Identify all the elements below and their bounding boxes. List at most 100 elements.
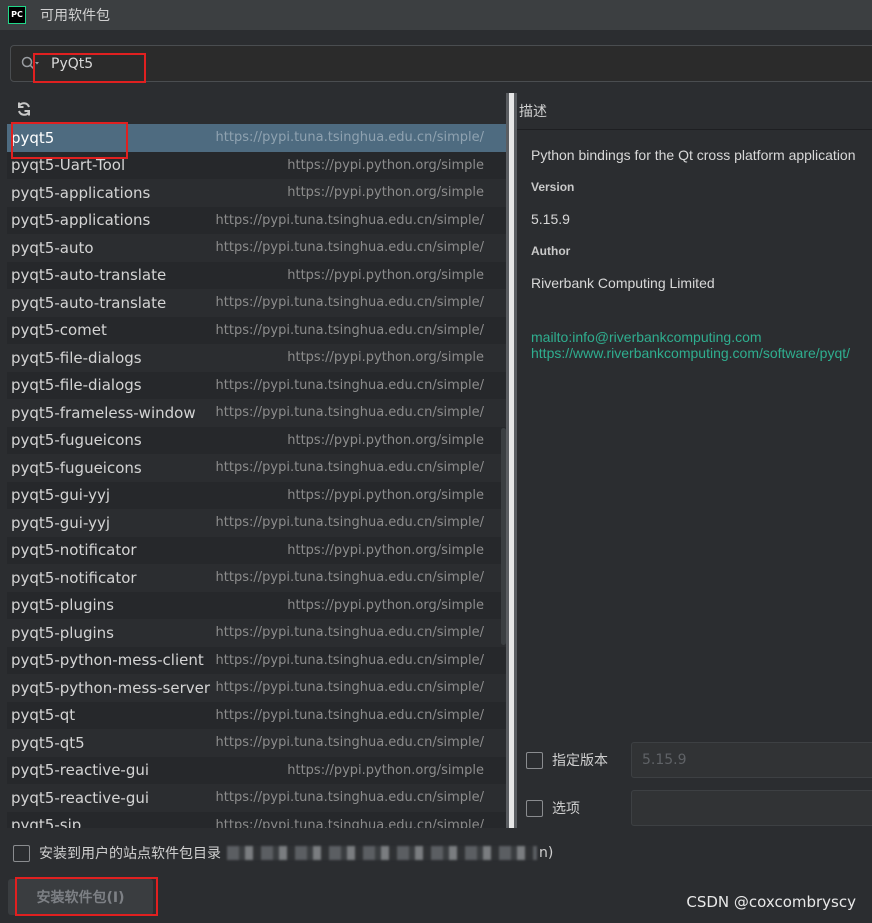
package-repository: https://pypi.tuna.tsinghua.edu.cn/simple… <box>215 460 484 476</box>
package-row[interactable]: pyqt5-python-mess-client https://pypi.tun… <box>7 646 506 674</box>
package-repository: https://pypi.python.org/simple <box>287 487 484 503</box>
package-name: pyqt5-qt <box>11 706 76 725</box>
package-row[interactable]: pyqt5-fugueicons https://pypi.python.org/… <box>7 426 506 454</box>
package-name: pyqt5-comet <box>11 321 107 340</box>
package-name: pyqt5-notificator <box>11 568 137 587</box>
package-name: pyqt5-auto-translate <box>11 293 167 312</box>
package-row[interactable]: pyqt5-file-dialogs https://pypi.tuna.tsin… <box>7 371 506 399</box>
version-value: 5.15.9 <box>531 211 570 227</box>
package-name: pyqt5-applications <box>11 183 151 202</box>
email-link[interactable]: mailto:info@riverbankcomputing.com <box>531 329 872 345</box>
description-body: Python bindings for the Qt cross platfor… <box>517 147 872 361</box>
package-name: pyqt5-python-mess-server <box>11 678 211 697</box>
watermark: CSDN @coxcombryscy <box>686 893 856 911</box>
package-repository: https://pypi.tuna.tsinghua.edu.cn/simple… <box>215 735 484 751</box>
author-value: Riverbank Computing Limited <box>531 275 715 291</box>
package-row[interactable]: pyqt5-plugins https://pypi.python.org/sim… <box>7 591 506 619</box>
package-name: pyqt5-fugueicons <box>11 431 142 450</box>
package-repository: https://pypi.tuna.tsinghua.edu.cn/simple… <box>215 240 484 256</box>
package-list-panel: pyqt5 https://pypi.tuna.tsinghua.edu.cn/s… <box>7 93 506 828</box>
package-row[interactable]: pyqt5-auto-translate https://pypi.tuna.ts… <box>7 289 506 317</box>
package-name: pyqt5-applications <box>11 211 151 230</box>
package-repository: https://pypi.tuna.tsinghua.edu.cn/simple… <box>215 130 484 146</box>
specify-version-checkbox[interactable] <box>526 751 543 769</box>
package-repository: https://pypi.tuna.tsinghua.edu.cn/simple… <box>215 405 484 421</box>
options-input[interactable] <box>631 790 872 826</box>
splitter-handle[interactable] <box>509 93 514 828</box>
window-title: 可用软件包 <box>40 8 110 24</box>
package-name: pyqt5-Uart-Tool <box>11 156 126 175</box>
package-row[interactable]: pyqt5-applications https://pypi.python.or… <box>7 179 506 207</box>
package-repository: https://pypi.python.org/simple <box>287 185 484 201</box>
package-row[interactable]: pyqt5-notificator https://pypi.python.org… <box>7 536 506 564</box>
package-row[interactable]: pyqt5-python-mess-server https://pypi.tun… <box>7 674 506 702</box>
package-repository: https://pypi.tuna.tsinghua.edu.cn/simple… <box>215 570 484 586</box>
install-user-site-label: 安装到用户的站点软件包目录 <box>39 846 221 862</box>
package-row[interactable]: pyqt5 https://pypi.tuna.tsinghua.edu.cn/s… <box>7 124 506 152</box>
install-user-site-row: 安装到用户的站点软件包目录 n) <box>13 843 553 863</box>
package-repository: https://pypi.tuna.tsinghua.edu.cn/simple… <box>215 377 484 393</box>
package-name: pyqt5-plugins <box>11 623 114 642</box>
package-repository: https://pypi.tuna.tsinghua.edu.cn/simple… <box>215 680 484 696</box>
package-name: pyqt5-auto <box>11 238 94 257</box>
homepage-link[interactable]: https://www.riverbankcomputing.com/softw… <box>531 345 872 361</box>
search-icon[interactable] <box>21 56 39 72</box>
package-name: pyqt5-python-mess-client <box>11 651 204 670</box>
package-row[interactable]: pyqt5-sip https://pypi.tuna.tsinghua.edu.… <box>7 811 506 828</box>
install-user-site-checkbox[interactable] <box>13 844 30 862</box>
package-row[interactable]: pyqt5-frameless-window https://pypi.tuna.… <box>7 399 506 427</box>
description-panel: 描述 Python bindings for the Qt cross plat… <box>517 93 872 828</box>
package-name: pyqt5-gui-yyj <box>11 486 111 505</box>
package-name: pyqt5-reactive-gui <box>11 761 150 780</box>
install-package-button[interactable]: 安装软件包(I) <box>8 879 153 915</box>
package-repository: https://pypi.python.org/simple <box>287 267 484 283</box>
package-row[interactable]: pyqt5-qt5 https://pypi.tuna.tsinghua.edu.… <box>7 729 506 757</box>
search-input[interactable] <box>51 55 751 72</box>
version-select[interactable]: 5.15.9 <box>631 742 872 778</box>
package-name: pyqt5-qt5 <box>11 733 85 752</box>
title-bar: PC 可用软件包 <box>0 0 872 30</box>
package-row[interactable]: pyqt5-fugueicons https://pypi.tuna.tsingh… <box>7 454 506 482</box>
install-options: 指定版本 5.15.9 选项 <box>517 728 872 828</box>
package-row[interactable]: pyqt5-auto-translate https://pypi.python.… <box>7 261 506 289</box>
search-box[interactable] <box>10 45 872 82</box>
package-repository: https://pypi.python.org/simple <box>287 542 484 558</box>
package-name: pyqt5-auto-translate <box>11 266 167 285</box>
package-repository: https://pypi.tuna.tsinghua.edu.cn/simple… <box>215 515 484 531</box>
package-row[interactable]: pyqt5-gui-yyj https://pypi.python.org/sim… <box>7 481 506 509</box>
package-name: pyqt5-gui-yyj <box>11 513 111 532</box>
package-name: pyqt5-notificator <box>11 541 137 560</box>
package-repository: https://pypi.tuna.tsinghua.edu.cn/simple… <box>215 790 484 806</box>
package-list: pyqt5 https://pypi.tuna.tsinghua.edu.cn/s… <box>7 124 506 828</box>
package-name: pyqt5-file-dialogs <box>11 348 142 367</box>
package-name: pyqt5-frameless-window <box>11 403 196 422</box>
package-row[interactable]: pyqt5-reactive-gui https://pypi.python.or… <box>7 756 506 784</box>
package-repository: https://pypi.python.org/simple <box>287 762 484 778</box>
package-row[interactable]: pyqt5-Uart-Tool https://pypi.python.org/s… <box>7 151 506 179</box>
package-name: pyqt5-plugins <box>11 596 114 615</box>
package-row[interactable]: pyqt5-notificator https://pypi.tuna.tsing… <box>7 564 506 592</box>
package-row[interactable]: pyqt5-reactive-gui https://pypi.tuna.tsin… <box>7 784 506 812</box>
package-name: pyqt5-reactive-gui <box>11 788 150 807</box>
package-row[interactable]: pyqt5-qt https://pypi.tuna.tsinghua.edu.c… <box>7 701 506 729</box>
specify-version-row: 指定版本 5.15.9 <box>517 742 872 778</box>
options-row: 选项 <box>517 790 872 826</box>
package-row[interactable]: pyqt5-comet https://pypi.tuna.tsinghua.ed… <box>7 316 506 344</box>
panel-splitter[interactable] <box>506 93 517 828</box>
refresh-icon[interactable] <box>15 100 33 118</box>
package-repository: https://pypi.tuna.tsinghua.edu.cn/simple… <box>215 322 484 338</box>
package-row[interactable]: pyqt5-applications https://pypi.tuna.tsin… <box>7 206 506 234</box>
package-row[interactable]: pyqt5-plugins https://pypi.tuna.tsinghua.… <box>7 619 506 647</box>
package-name: pyqt5-sip <box>11 816 82 828</box>
version-label: Version <box>531 180 575 194</box>
package-repository: https://pypi.python.org/simple <box>287 350 484 366</box>
specify-version-label: 指定版本 <box>552 753 608 769</box>
author-label: Author <box>531 244 571 258</box>
package-row[interactable]: pyqt5-auto https://pypi.tuna.tsinghua.edu… <box>7 234 506 262</box>
package-row[interactable]: pyqt5-file-dialogs https://pypi.python.or… <box>7 344 506 372</box>
install-user-site-tail: n) <box>539 845 554 861</box>
package-name: pyqt5-fugueicons <box>11 458 142 477</box>
package-row[interactable]: pyqt5-gui-yyj https://pypi.tuna.tsinghua.… <box>7 509 506 537</box>
options-checkbox[interactable] <box>526 799 543 817</box>
package-repository: https://pypi.tuna.tsinghua.edu.cn/simple… <box>215 817 484 828</box>
